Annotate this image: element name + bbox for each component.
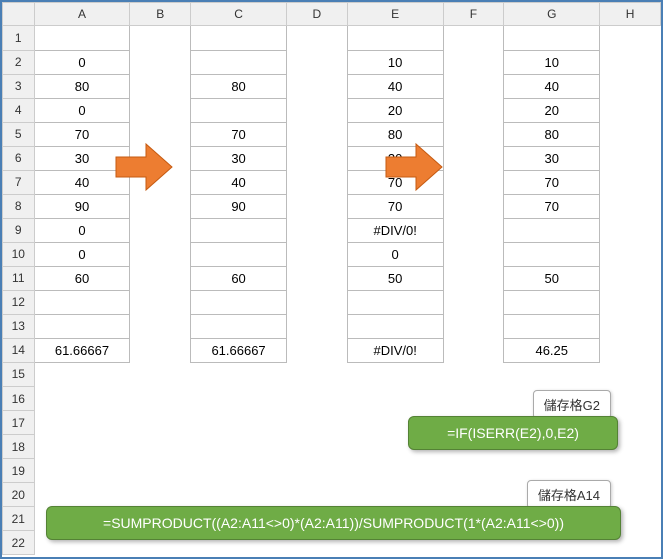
col-C[interactable]: C <box>191 3 287 26</box>
cell-G8[interactable]: 70 <box>504 194 600 218</box>
row-8[interactable]: 8 <box>3 194 35 218</box>
row-5[interactable]: 5 <box>3 122 35 146</box>
row-19[interactable]: 19 <box>3 459 35 483</box>
cell-G3[interactable]: 40 <box>504 74 600 98</box>
col-D[interactable]: D <box>286 3 347 26</box>
row-15[interactable]: 15 <box>3 362 35 387</box>
cell-C12[interactable] <box>191 290 287 314</box>
cell-C6[interactable]: 30 <box>191 146 287 170</box>
cell-G2[interactable]: 10 <box>504 50 600 74</box>
cell-C5[interactable]: 70 <box>191 122 287 146</box>
cell-C14[interactable]: 61.66667 <box>191 338 287 362</box>
cell-A8[interactable]: 90 <box>34 194 130 218</box>
row-1[interactable]: 1 <box>3 26 35 51</box>
cell-E4[interactable]: 20 <box>347 98 443 122</box>
cell-A3[interactable]: 80 <box>34 74 130 98</box>
cell-C9[interactable] <box>191 218 287 242</box>
cell-G1[interactable]: DATA <box>504 26 600 51</box>
cell-C7[interactable]: 40 <box>191 170 287 194</box>
row-3[interactable]: 3 <box>3 74 35 98</box>
cell-E3[interactable]: 40 <box>347 74 443 98</box>
cell-E2[interactable]: 10 <box>347 50 443 74</box>
cell-G13[interactable]: 平均 <box>504 314 600 338</box>
grid-table: A B C D E F G H 1 DATA DATA DATA DATA 20… <box>2 2 661 555</box>
row-6[interactable]: 6 <box>3 146 35 170</box>
corner-cell[interactable] <box>3 3 35 26</box>
cell-G6[interactable]: 30 <box>504 146 600 170</box>
row-7[interactable]: 7 <box>3 170 35 194</box>
cell-G11[interactable]: 50 <box>504 266 600 290</box>
spreadsheet-container: A B C D E F G H 1 DATA DATA DATA DATA 20… <box>0 0 663 559</box>
formula-callout-a14: =SUMPRODUCT((A2:A11<>0)*(A2:A11))/SUMPRO… <box>46 506 621 540</box>
col-E[interactable]: E <box>347 3 443 26</box>
cell-E14[interactable]: #DIV/0! <box>347 338 443 362</box>
col-G[interactable]: G <box>504 3 600 26</box>
row-16[interactable]: 16 <box>3 387 35 411</box>
cell-G12[interactable] <box>504 290 600 314</box>
cell-E10[interactable]: 0 <box>347 242 443 266</box>
row-4[interactable]: 4 <box>3 98 35 122</box>
cell-A4[interactable]: 0 <box>34 98 130 122</box>
cell-C1[interactable]: DATA <box>191 26 287 51</box>
cell-A2[interactable]: 0 <box>34 50 130 74</box>
cell-A9[interactable]: 0 <box>34 218 130 242</box>
cell-A11[interactable]: 60 <box>34 266 130 290</box>
row-21[interactable]: 21 <box>3 507 35 531</box>
cell-E9[interactable]: #DIV/0! <box>347 218 443 242</box>
row-17[interactable]: 17 <box>3 411 35 435</box>
col-F[interactable]: F <box>443 3 504 26</box>
cell-G4[interactable]: 20 <box>504 98 600 122</box>
row-20[interactable]: 20 <box>3 483 35 507</box>
cell-E1[interactable]: DATA <box>347 26 443 51</box>
row-14[interactable]: 14 <box>3 338 35 362</box>
cell-G10[interactable] <box>504 242 600 266</box>
cell-C4[interactable] <box>191 98 287 122</box>
row-9[interactable]: 9 <box>3 218 35 242</box>
formula-callout-g2: =IF(ISERR(E2),0,E2) <box>408 416 618 450</box>
row-11[interactable]: 11 <box>3 266 35 290</box>
cell-E13[interactable]: 平均 <box>347 314 443 338</box>
cell-A12[interactable] <box>34 290 130 314</box>
cell-C8[interactable]: 90 <box>191 194 287 218</box>
col-B[interactable]: B <box>130 3 191 26</box>
cell-A13[interactable]: 平均 <box>34 314 130 338</box>
cell-C13[interactable]: 平均 <box>191 314 287 338</box>
col-H[interactable]: H <box>600 3 661 26</box>
callout-tag-a14: 儲存格A14 <box>527 480 611 509</box>
cell-G7[interactable]: 70 <box>504 170 600 194</box>
cell-A10[interactable]: 0 <box>34 242 130 266</box>
cell-A1[interactable]: DATA <box>34 26 130 51</box>
row-18[interactable]: 18 <box>3 435 35 459</box>
cell-A14[interactable]: 61.66667 <box>34 338 130 362</box>
cell-C3[interactable]: 80 <box>191 74 287 98</box>
row-2[interactable]: 2 <box>3 50 35 74</box>
cell-G14[interactable]: 46.25 <box>504 338 600 362</box>
cell-E11[interactable]: 50 <box>347 266 443 290</box>
cell-C2[interactable] <box>191 50 287 74</box>
row-10[interactable]: 10 <box>3 242 35 266</box>
cell-E12[interactable] <box>347 290 443 314</box>
row-22[interactable]: 22 <box>3 531 35 555</box>
cell-E8[interactable]: 70 <box>347 194 443 218</box>
row-12[interactable]: 12 <box>3 290 35 314</box>
arrow-right-icon <box>114 142 174 192</box>
cell-G5[interactable]: 80 <box>504 122 600 146</box>
col-A[interactable]: A <box>34 3 130 26</box>
cell-C11[interactable]: 60 <box>191 266 287 290</box>
col-header-row: A B C D E F G H <box>3 3 661 26</box>
cell-G9[interactable] <box>504 218 600 242</box>
arrow-right-icon <box>384 142 444 192</box>
cell-C10[interactable] <box>191 242 287 266</box>
callout-tag-g2: 儲存格G2 <box>533 390 611 419</box>
row-13[interactable]: 13 <box>3 314 35 338</box>
